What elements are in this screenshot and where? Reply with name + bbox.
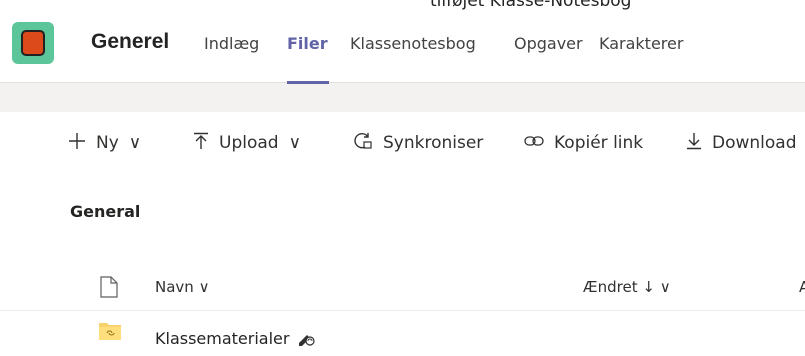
copy-link-button[interactable]: Kopiér link	[524, 130, 643, 156]
tab-karakterer[interactable]: Karakterer	[599, 34, 683, 53]
chevron-down-icon: ∨	[659, 278, 671, 296]
folder-name[interactable]: Klassematerialer	[155, 329, 289, 348]
breadcrumb[interactable]: General	[70, 202, 140, 221]
list-item[interactable]: Klassematerialer	[0, 311, 805, 356]
copy-link-label: Kopiér link	[554, 133, 644, 153]
chevron-down-icon: ∨	[288, 133, 302, 153]
top-notification-strip: tilføjet Klasse-Notesbog	[0, 0, 805, 12]
sync-label: Synkroniser	[383, 133, 484, 153]
list-header: Navn ∨ Ændret ↓ ∨ A	[0, 264, 805, 311]
new-button[interactable]: Ny ∨	[68, 130, 141, 156]
upload-icon	[193, 132, 209, 155]
files-content: General Navn ∨ Ændret ↓ ∨ A Klassemateri…	[0, 172, 805, 356]
column-header-name[interactable]: Navn ∨	[155, 278, 210, 296]
download-icon	[686, 132, 702, 155]
tab-opgaver[interactable]: Opgaver	[514, 34, 583, 53]
tab-klassenotesbog[interactable]: Klassenotesbog	[350, 34, 476, 53]
sync-status-icon	[296, 328, 316, 350]
download-button[interactable]: Download	[686, 130, 797, 156]
sort-down-icon: ↓	[642, 278, 655, 296]
team-avatar-logo	[21, 30, 45, 56]
file-type-icon[interactable]	[100, 276, 118, 302]
tab-indlaeg[interactable]: Indlæg	[204, 34, 259, 53]
download-label: Download	[712, 133, 797, 153]
column-header-partial[interactable]: A	[799, 278, 805, 296]
channel-header: Generel Indlæg Filer Klassenotesbog Opga…	[0, 12, 805, 84]
tab-filer[interactable]: Filer	[287, 34, 328, 53]
active-tab-indicator	[287, 81, 329, 84]
team-avatar[interactable]	[12, 22, 54, 64]
chevron-down-icon: ∨	[198, 278, 210, 296]
plus-icon	[68, 132, 86, 155]
files-toolbar: Ny ∨ Upload ∨ Synkroniser Kopiér link Do…	[0, 112, 805, 173]
channel-name: Generel	[91, 30, 170, 53]
folder-icon	[98, 321, 122, 345]
upload-button[interactable]: Upload ∨	[193, 130, 301, 156]
upload-label: Upload	[219, 133, 279, 153]
new-label: Ny	[96, 133, 119, 153]
column-header-changed[interactable]: Ændret ↓ ∨	[583, 278, 671, 296]
sync-button[interactable]: Synkroniser	[353, 130, 483, 156]
chevron-down-icon: ∨	[128, 133, 142, 153]
link-icon	[524, 133, 544, 153]
sync-icon	[353, 132, 373, 155]
notification-partial-text: tilføjet Klasse-Notesbog	[430, 0, 632, 11]
teams-files-view: tilføjet Klasse-Notesbog Generel Indlæg …	[0, 0, 805, 356]
